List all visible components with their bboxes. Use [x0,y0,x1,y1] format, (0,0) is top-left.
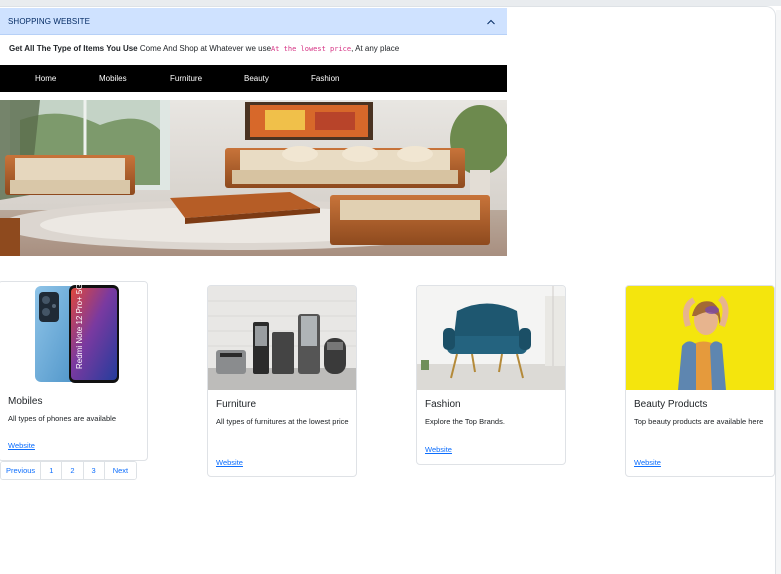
card-website-link[interactable]: Website [8,441,35,450]
card-text: Top beauty products are available here [634,417,764,426]
card-title: Beauty Products [634,399,708,410]
card-title: Mobiles [8,396,43,407]
card-text: All types of furnitures at the lowest pr… [216,417,349,426]
nav-item-mobiles[interactable]: Mobiles [99,74,127,83]
nav-item-furniture[interactable]: Furniture [170,74,202,83]
card-image-phone: Redmi Note 12 Pro+ 5G [0,282,147,386]
pagination-previous[interactable]: Previous [1,462,42,479]
card-website-link[interactable]: Website [425,445,452,454]
accordion-title: SHOPPING WEBSITE [8,16,91,26]
card-text: All types of phones are available [8,414,116,423]
product-card-furniture: Furniture All types of furnitures at the… [207,285,357,477]
nav-item-beauty[interactable]: Beauty [244,74,269,83]
tagline: Get All The Type of Items You Use Come A… [9,44,399,53]
hero-image [0,100,507,256]
pagination-page-3[interactable]: 3 [83,462,105,479]
tagline-bold: Get All The Type of Items You Use [9,44,138,53]
phone-screen-text: Redmi Note 12 Pro+ 5G [75,283,84,369]
pagination: Previous 1 2 3 Next [0,461,138,480]
tagline-text: Come And Shop at Whatever we use [137,44,272,53]
pagination-page-2[interactable]: 2 [62,462,84,479]
product-card-mobiles: Redmi Note 12 Pro+ 5G Mobiles All types … [0,281,148,461]
card-website-link[interactable]: Website [216,458,243,467]
pagination-next[interactable]: Next [104,462,137,479]
navbar: Home Mobiles Furniture Beauty Fashion [0,65,507,92]
chevron-up-icon[interactable] [485,15,497,27]
tagline-code: At the lowest price [271,45,352,53]
card-text: Explore the Top Brands. [425,417,505,426]
card-image-armchair [417,286,565,390]
tagline-tail: , At any place [351,44,400,53]
product-card-fashion: Fashion Explore the Top Brands. Website [416,285,566,465]
card-website-link[interactable]: Website [634,458,661,467]
pagination-page-1[interactable]: 1 [41,462,63,479]
nav-item-home[interactable]: Home [35,74,56,83]
nav-item-fashion[interactable]: Fashion [311,74,339,83]
product-card-beauty: Beauty Products Top beauty products are … [625,285,775,477]
accordion-header[interactable]: SHOPPING WEBSITE [0,8,507,35]
card-image-woman [626,286,774,390]
page-scroll-edge [776,10,781,574]
card-title: Fashion [425,399,461,410]
card-image-appliances [208,286,356,390]
card-title: Furniture [216,399,257,410]
